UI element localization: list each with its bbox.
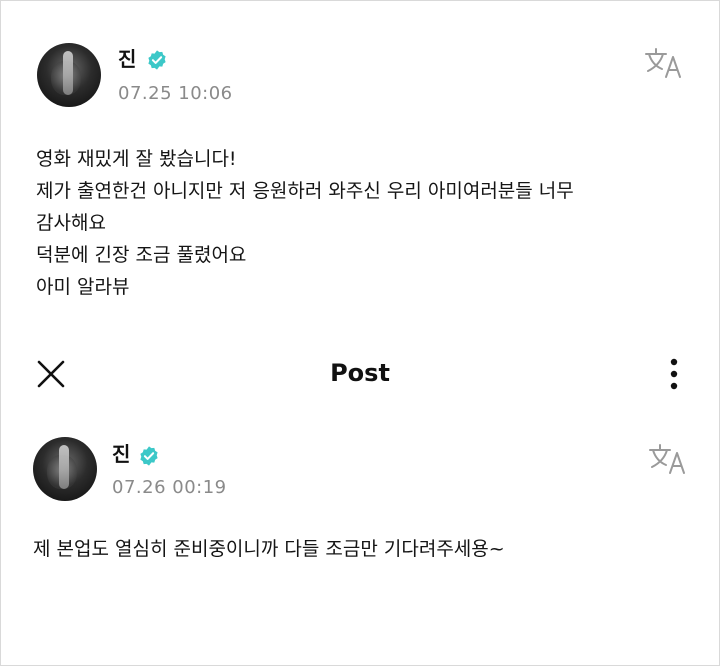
- post-line: 영화 재밌게 잘 봤습니다!: [36, 148, 237, 170]
- post-card-2: 진 07.26 00:19 제 본업도 열심히 준비중이니까 다들 조금만 기다…: [0, 412, 720, 666]
- post-line: 덕분에 긴장 조금 풀렸어요: [36, 244, 247, 266]
- post-line: 제 본업도 열심히 준비중이니까 다들 조금만 기다려주세용~: [33, 538, 505, 560]
- avatar-hand: [59, 445, 69, 489]
- post-body: 영화 재밌게 잘 봤습니다! 제가 출연한건 아니지만 저 응원하러 와주신 우…: [36, 143, 574, 303]
- post-header-bar: Post: [0, 346, 720, 402]
- translate-icon[interactable]: [648, 442, 688, 476]
- page-title: Post: [330, 359, 390, 387]
- author-avatar[interactable]: [33, 437, 97, 501]
- post-card-1: 진 07.25 10:06 영화 재밌게 잘 봤습니다! 제가 출연한건 아니지…: [0, 0, 720, 330]
- author-name[interactable]: 진: [118, 47, 136, 71]
- more-vertical-icon[interactable]: [662, 354, 686, 394]
- author-name[interactable]: 진: [112, 442, 130, 466]
- avatar-hand: [63, 51, 73, 95]
- post-date: 07.26 00:19: [112, 477, 227, 498]
- translate-icon[interactable]: [644, 46, 684, 80]
- post-line: 감사해요: [36, 212, 106, 234]
- post-body: 제 본업도 열심히 준비중이니까 다들 조금만 기다려주세용~: [33, 533, 505, 565]
- post-line: 아미 알라뷰: [36, 276, 130, 298]
- post-date: 07.25 10:06: [118, 83, 233, 104]
- author-avatar[interactable]: [37, 43, 101, 107]
- post-line: 제가 출연한건 아니지만 저 응원하러 와주신 우리 아미여러분들 너무: [36, 180, 574, 202]
- verified-badge-icon: [140, 446, 158, 466]
- verified-badge-icon: [148, 50, 166, 70]
